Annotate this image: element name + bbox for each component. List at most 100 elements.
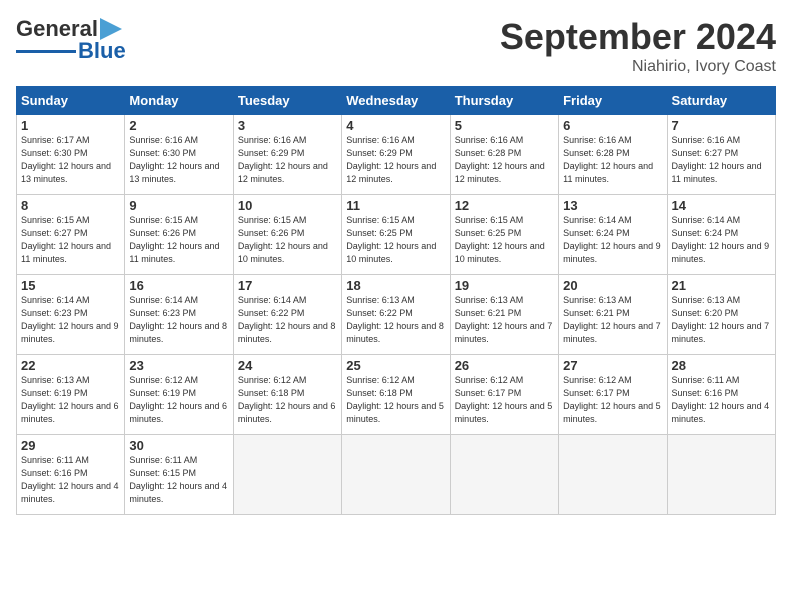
day-info: Sunrise: 6:15 AMSunset: 6:27 PMDaylight:… [21,214,120,266]
day-cell: 6Sunrise: 6:16 AMSunset: 6:28 PMDaylight… [559,115,667,195]
day-number: 1 [21,118,120,133]
day-number: 28 [672,358,771,373]
day-info: Sunrise: 6:12 AMSunset: 6:17 PMDaylight:… [455,374,554,426]
day-cell: 9Sunrise: 6:15 AMSunset: 6:26 PMDaylight… [125,195,233,275]
day-info: Sunrise: 6:13 AMSunset: 6:19 PMDaylight:… [21,374,120,426]
day-number: 6 [563,118,662,133]
day-info: Sunrise: 6:15 AMSunset: 6:25 PMDaylight:… [346,214,445,266]
day-number: 2 [129,118,228,133]
day-info: Sunrise: 6:13 AMSunset: 6:21 PMDaylight:… [563,294,662,346]
day-number: 5 [455,118,554,133]
day-cell: 24Sunrise: 6:12 AMSunset: 6:18 PMDayligh… [233,355,341,435]
day-info: Sunrise: 6:11 AMSunset: 6:16 PMDaylight:… [672,374,771,426]
day-cell: 21Sunrise: 6:13 AMSunset: 6:20 PMDayligh… [667,275,775,355]
title-block: September 2024 Niahirio, Ivory Coast [500,16,776,76]
day-cell: 2Sunrise: 6:16 AMSunset: 6:30 PMDaylight… [125,115,233,195]
day-info: Sunrise: 6:15 AMSunset: 6:26 PMDaylight:… [238,214,337,266]
day-cell: 29Sunrise: 6:11 AMSunset: 6:16 PMDayligh… [17,435,125,515]
day-number: 27 [563,358,662,373]
day-cell: 22Sunrise: 6:13 AMSunset: 6:19 PMDayligh… [17,355,125,435]
day-number: 11 [346,198,445,213]
day-info: Sunrise: 6:14 AMSunset: 6:24 PMDaylight:… [672,214,771,266]
day-cell: 10Sunrise: 6:15 AMSunset: 6:26 PMDayligh… [233,195,341,275]
day-info: Sunrise: 6:14 AMSunset: 6:22 PMDaylight:… [238,294,337,346]
day-cell: 23Sunrise: 6:12 AMSunset: 6:19 PMDayligh… [125,355,233,435]
day-number: 10 [238,198,337,213]
logo-icon [100,18,122,40]
day-info: Sunrise: 6:16 AMSunset: 6:30 PMDaylight:… [129,134,228,186]
day-cell: 3Sunrise: 6:16 AMSunset: 6:29 PMDaylight… [233,115,341,195]
day-number: 17 [238,278,337,293]
day-cell: 11Sunrise: 6:15 AMSunset: 6:25 PMDayligh… [342,195,450,275]
day-cell: 8Sunrise: 6:15 AMSunset: 6:27 PMDaylight… [17,195,125,275]
day-cell [667,435,775,515]
day-cell: 7Sunrise: 6:16 AMSunset: 6:27 PMDaylight… [667,115,775,195]
day-cell: 19Sunrise: 6:13 AMSunset: 6:21 PMDayligh… [450,275,558,355]
week-row-5: 29Sunrise: 6:11 AMSunset: 6:16 PMDayligh… [17,435,776,515]
day-info: Sunrise: 6:13 AMSunset: 6:22 PMDaylight:… [346,294,445,346]
col-header-saturday: Saturday [667,87,775,115]
day-number: 18 [346,278,445,293]
day-number: 25 [346,358,445,373]
calendar-table: SundayMondayTuesdayWednesdayThursdayFrid… [16,86,776,515]
day-cell: 30Sunrise: 6:11 AMSunset: 6:15 PMDayligh… [125,435,233,515]
day-info: Sunrise: 6:16 AMSunset: 6:28 PMDaylight:… [563,134,662,186]
day-cell [233,435,341,515]
day-cell [342,435,450,515]
day-info: Sunrise: 6:11 AMSunset: 6:16 PMDaylight:… [21,454,120,506]
day-info: Sunrise: 6:14 AMSunset: 6:24 PMDaylight:… [563,214,662,266]
day-number: 9 [129,198,228,213]
day-number: 21 [672,278,771,293]
day-info: Sunrise: 6:15 AMSunset: 6:26 PMDaylight:… [129,214,228,266]
day-cell: 15Sunrise: 6:14 AMSunset: 6:23 PMDayligh… [17,275,125,355]
col-header-wednesday: Wednesday [342,87,450,115]
day-info: Sunrise: 6:17 AMSunset: 6:30 PMDaylight:… [21,134,120,186]
week-row-3: 15Sunrise: 6:14 AMSunset: 6:23 PMDayligh… [17,275,776,355]
day-info: Sunrise: 6:15 AMSunset: 6:25 PMDaylight:… [455,214,554,266]
month-title: September 2024 [500,16,776,58]
day-cell: 25Sunrise: 6:12 AMSunset: 6:18 PMDayligh… [342,355,450,435]
day-number: 15 [21,278,120,293]
day-info: Sunrise: 6:14 AMSunset: 6:23 PMDaylight:… [21,294,120,346]
day-info: Sunrise: 6:16 AMSunset: 6:27 PMDaylight:… [672,134,771,186]
day-cell: 28Sunrise: 6:11 AMSunset: 6:16 PMDayligh… [667,355,775,435]
col-header-thursday: Thursday [450,87,558,115]
day-cell: 14Sunrise: 6:14 AMSunset: 6:24 PMDayligh… [667,195,775,275]
day-number: 24 [238,358,337,373]
day-number: 14 [672,198,771,213]
day-number: 19 [455,278,554,293]
day-number: 3 [238,118,337,133]
day-cell [450,435,558,515]
day-cell: 18Sunrise: 6:13 AMSunset: 6:22 PMDayligh… [342,275,450,355]
day-cell: 13Sunrise: 6:14 AMSunset: 6:24 PMDayligh… [559,195,667,275]
day-number: 12 [455,198,554,213]
day-number: 20 [563,278,662,293]
day-info: Sunrise: 6:12 AMSunset: 6:18 PMDaylight:… [238,374,337,426]
day-cell: 26Sunrise: 6:12 AMSunset: 6:17 PMDayligh… [450,355,558,435]
day-number: 7 [672,118,771,133]
day-number: 29 [21,438,120,453]
day-info: Sunrise: 6:12 AMSunset: 6:18 PMDaylight:… [346,374,445,426]
header: General Blue September 2024 Niahirio, Iv… [16,16,776,76]
day-cell: 20Sunrise: 6:13 AMSunset: 6:21 PMDayligh… [559,275,667,355]
logo: General Blue [16,16,126,64]
day-info: Sunrise: 6:16 AMSunset: 6:29 PMDaylight:… [346,134,445,186]
col-header-sunday: Sunday [17,87,125,115]
day-cell [559,435,667,515]
day-cell: 4Sunrise: 6:16 AMSunset: 6:29 PMDaylight… [342,115,450,195]
day-cell: 27Sunrise: 6:12 AMSunset: 6:17 PMDayligh… [559,355,667,435]
col-header-friday: Friday [559,87,667,115]
day-cell: 12Sunrise: 6:15 AMSunset: 6:25 PMDayligh… [450,195,558,275]
day-info: Sunrise: 6:14 AMSunset: 6:23 PMDaylight:… [129,294,228,346]
week-row-1: 1Sunrise: 6:17 AMSunset: 6:30 PMDaylight… [17,115,776,195]
day-number: 30 [129,438,228,453]
day-number: 22 [21,358,120,373]
location: Niahirio, Ivory Coast [500,58,776,76]
day-cell: 16Sunrise: 6:14 AMSunset: 6:23 PMDayligh… [125,275,233,355]
week-row-2: 8Sunrise: 6:15 AMSunset: 6:27 PMDaylight… [17,195,776,275]
day-info: Sunrise: 6:16 AMSunset: 6:28 PMDaylight:… [455,134,554,186]
day-number: 23 [129,358,228,373]
day-info: Sunrise: 6:16 AMSunset: 6:29 PMDaylight:… [238,134,337,186]
logo-line [16,50,76,53]
logo-blue: Blue [78,38,126,64]
